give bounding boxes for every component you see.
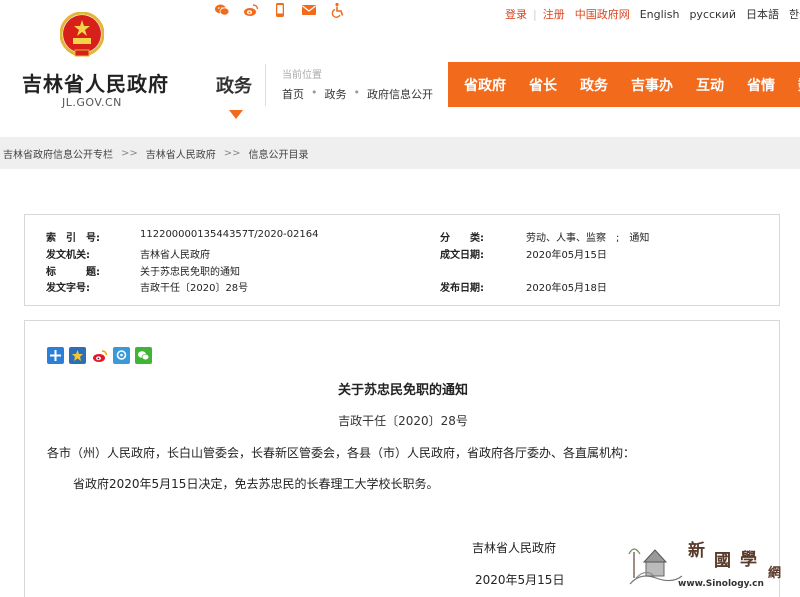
qzone-icon[interactable] — [69, 347, 86, 364]
watermark-char: 網 — [768, 566, 782, 581]
link-separator: | — [533, 7, 537, 21]
breadcrumb: 吉林省政府信息公开专栏 >> 吉林省人民政府 >> 信息公开目录 — [0, 137, 800, 169]
document-title: 关于苏忠民免职的通知 — [337, 383, 468, 398]
mobile-icon[interactable] — [272, 2, 288, 18]
site-name[interactable]: 吉林省人民政府 — [22, 68, 169, 97]
gov-portal-link[interactable]: 中国政府网 — [575, 6, 630, 22]
crumb-affairs[interactable]: 政务 — [325, 86, 347, 102]
index-label: 索 引 号: — [46, 233, 100, 244]
watermark-char: 學 — [740, 550, 757, 570]
scholar-figure-icon — [628, 548, 683, 585]
site-header: 吉林省人民政府 JL.GOV.CN 政务 当前位置 首页 • 政务 • 政府信息… — [0, 0, 800, 137]
info-row: 发文字号: 吉政干任〔2020〕28号 发布日期: 2020年05月18日 — [25, 279, 781, 296]
info-row: 索 引 号: 11220000013544357T/2020-02164 分 类… — [25, 229, 781, 246]
page: 吉林省人民政府 JL.GOV.CN 政务 当前位置 首页 • 政务 • 政府信息… — [0, 0, 800, 597]
doc-number-value: 吉政干任〔2020〕28号 — [140, 283, 249, 294]
weibo-icon[interactable] — [91, 347, 108, 364]
breadcrumb-separator: >> — [121, 147, 138, 159]
crumb-disclosure[interactable]: 政府信息公开 — [367, 86, 433, 102]
document-number: 吉政干任〔2020〕28号 — [338, 414, 468, 428]
info-row: 标 题: 关于苏忠民免职的通知 — [25, 263, 781, 280]
written-date-label: 成文日期: — [440, 250, 484, 261]
title-label: 标 题: — [46, 267, 100, 278]
document-signature: 吉林省人民政府 — [472, 541, 557, 555]
issuer-label: 发文机关: — [46, 250, 90, 261]
national-emblem-icon — [60, 12, 104, 57]
share-bar — [47, 347, 152, 364]
doc-number-label: 发文字号: — [46, 283, 90, 294]
share-plus-icon[interactable] — [47, 347, 64, 364]
published-date-label: 发布日期: — [440, 283, 484, 294]
nav-province-info[interactable]: 省情 — [747, 75, 775, 95]
published-date-value: 2020年05月18日 — [526, 283, 607, 294]
korean-link[interactable]: 한국어 — [789, 6, 800, 22]
tencent-weibo-icon[interactable] — [113, 347, 130, 364]
location-label: 当前位置 — [282, 70, 322, 81]
nav-services[interactable]: 吉事办 — [631, 75, 673, 95]
watermark-char: 新 — [688, 541, 705, 561]
nav-interaction[interactable]: 互动 — [696, 75, 724, 95]
watermark-site: www.Sinology.cn — [678, 579, 764, 589]
breadcrumb-catalog[interactable]: 信息公开目录 — [249, 146, 309, 161]
russian-link[interactable]: русский — [689, 8, 736, 21]
watermark-char: 國 — [714, 551, 731, 571]
document-addressee: 各市（州）人民政府，长白山管委会，长春新区管委会，各县（市）人民政府，省政府各厅… — [47, 446, 636, 460]
category-value: 劳动、人事、监察 ; 通知 — [526, 233, 650, 244]
accessibility-icon[interactable] — [330, 2, 346, 18]
crumb-dot: • — [311, 86, 318, 99]
location-breadcrumb: 首页 • 政务 • 政府信息公开 — [282, 86, 433, 102]
header-divider — [265, 64, 266, 106]
nav-governor[interactable]: 省长 — [529, 75, 557, 95]
nav-affairs[interactable]: 政务 — [580, 75, 608, 95]
issuer-value: 吉林省人民政府 — [140, 250, 210, 261]
wechat-icon[interactable] — [135, 347, 152, 364]
channel-title[interactable]: 政务 — [216, 72, 252, 98]
written-date-value: 2020年05月15日 — [526, 250, 607, 261]
login-link[interactable]: 登录 — [505, 6, 527, 22]
nav-province-gov[interactable]: 省政府 — [464, 75, 506, 95]
document-date: 2020年5月15日 — [475, 573, 565, 587]
main-nav: 省政府 省长 政务 吉事办 互动 省情 数 — [448, 62, 800, 107]
register-link[interactable]: 注册 — [543, 6, 565, 22]
breadcrumb-provincial-gov[interactable]: 吉林省人民政府 — [146, 146, 216, 161]
breadcrumb-separator: >> — [223, 147, 241, 159]
weibo-icon[interactable] — [243, 2, 259, 18]
mail-icon[interactable] — [301, 2, 317, 18]
info-row: 发文机关: 吉林省人民政府 成文日期: 2020年05月15日 — [25, 246, 781, 263]
channel-arrow-icon — [229, 110, 243, 119]
category-label: 分 类: — [440, 233, 484, 244]
crumb-home[interactable]: 首页 — [282, 86, 304, 102]
document-info-table: 索 引 号: 11220000013544357T/2020-02164 分 类… — [24, 214, 780, 306]
top-icon-row — [214, 2, 346, 18]
index-value: 11220000013544357T/2020-02164 — [140, 229, 319, 240]
crumb-dot: • — [353, 86, 361, 99]
english-link[interactable]: English — [640, 8, 680, 21]
breadcrumb-disclosure-column[interactable]: 吉林省政府信息公开专栏 — [3, 146, 113, 161]
japanese-link[interactable]: 日本語 — [746, 6, 779, 22]
site-domain: JL.GOV.CN — [62, 96, 122, 109]
title-value: 关于苏忠民免职的通知 — [140, 267, 240, 278]
top-links: 登录 | 注册 中国政府网 English русский 日本語 한국어 — [505, 6, 800, 22]
sinology-watermark: 新 國 學 網 www.Sinology.cn — [626, 528, 800, 597]
document-body: 省政府2020年5月15日决定，免去苏忠民的长春理工大学校长职务。 — [73, 477, 439, 491]
wechat-icon[interactable] — [214, 2, 230, 18]
